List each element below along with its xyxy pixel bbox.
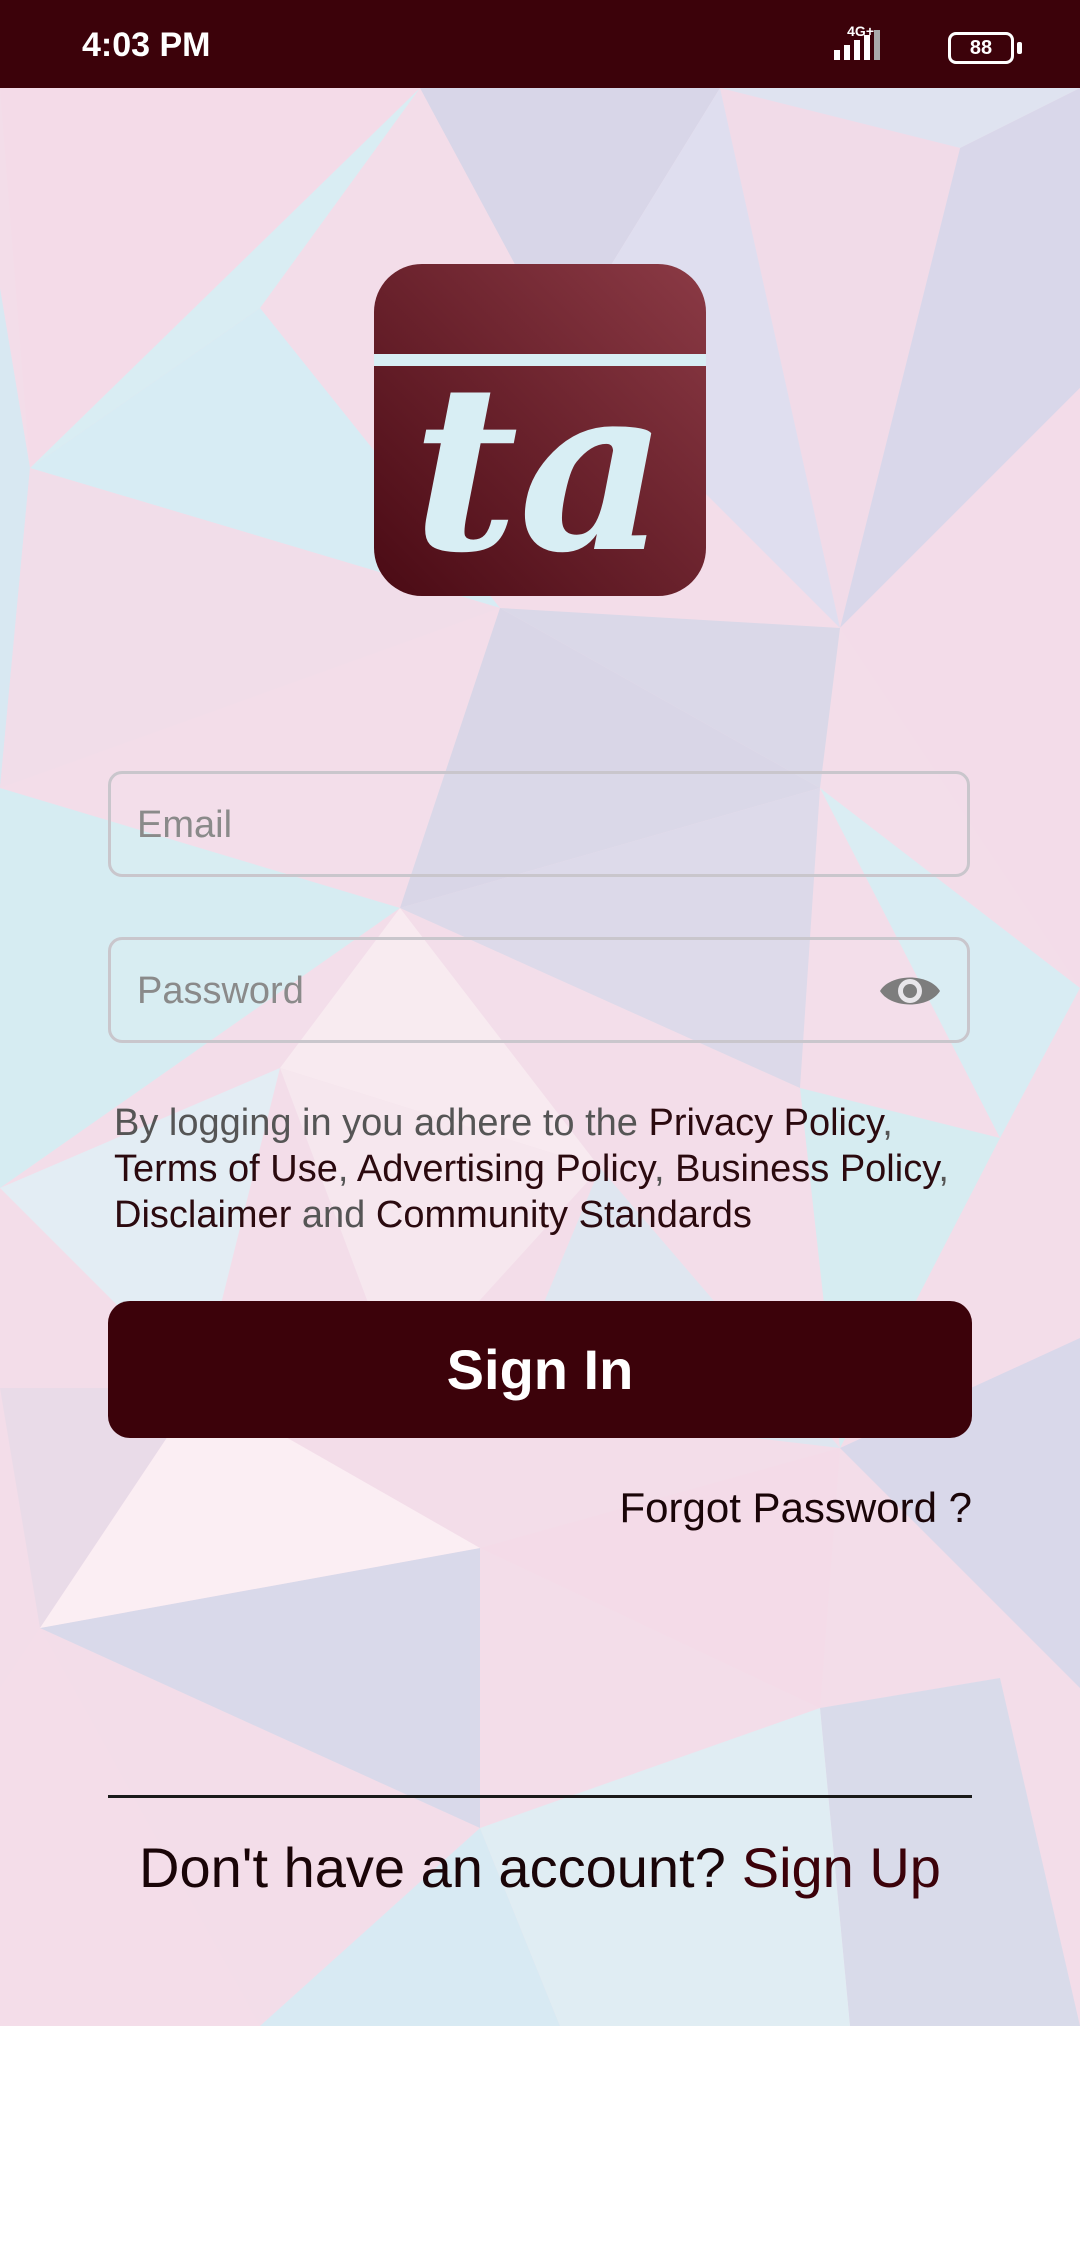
policy-separator: , [938, 1148, 949, 1190]
battery-icon: 88 [948, 32, 1014, 64]
policy-separator: , [337, 1148, 357, 1190]
forgot-password-link[interactable]: Forgot Password ? [620, 1484, 973, 1532]
sign-up-link[interactable]: Sign Up [742, 1836, 941, 1899]
disclaimer-link[interactable]: Disclaimer [114, 1194, 291, 1236]
password-input[interactable] [135, 940, 899, 1042]
sign-in-button[interactable]: Sign In [108, 1301, 972, 1438]
status-bar: 4:03 PM 4G+ 88 [0, 0, 1080, 88]
signal-icon [834, 30, 880, 60]
terms-of-use-link[interactable]: Terms of Use [114, 1148, 338, 1190]
signup-question: Don't have an account? [139, 1836, 726, 1899]
divider [108, 1795, 972, 1798]
business-policy-link[interactable]: Business Policy [675, 1148, 938, 1190]
community-standards-link[interactable]: Community Standards [376, 1194, 752, 1236]
signup-prompt: Don't have an account? Sign Up [0, 1835, 1080, 1900]
status-time: 4:03 PM [82, 26, 211, 64]
password-field[interactable] [108, 937, 970, 1043]
email-field[interactable] [108, 771, 970, 877]
advertising-policy-link[interactable]: Advertising Policy [357, 1148, 654, 1190]
email-input[interactable] [135, 774, 899, 876]
policy-and: and [291, 1194, 376, 1236]
policy-separator: , [653, 1148, 676, 1190]
policy-prefix: By logging in you adhere to the [114, 1102, 649, 1144]
logo-text: ta [412, 334, 667, 596]
battery-level: 88 [969, 37, 993, 59]
eye-icon[interactable] [877, 968, 943, 1014]
battery-tip [1017, 42, 1022, 54]
policy-notice: By logging in you adhere to the Privacy … [114, 1100, 974, 1238]
policy-separator: , [882, 1102, 893, 1144]
app-logo: ta [374, 264, 706, 596]
privacy-policy-link[interactable]: Privacy Policy [649, 1102, 883, 1144]
